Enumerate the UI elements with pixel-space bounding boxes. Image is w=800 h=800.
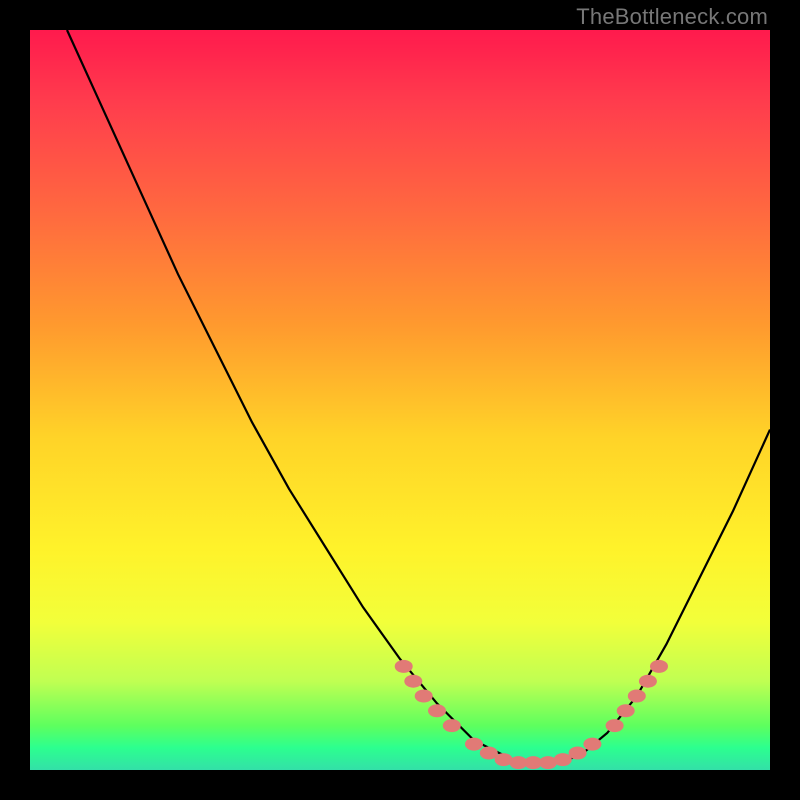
curve-marker — [428, 704, 446, 717]
plot-area — [30, 30, 770, 770]
curve-marker — [650, 660, 668, 673]
bottleneck-curve — [67, 30, 770, 763]
curve-marker — [583, 738, 601, 751]
curve-marker — [415, 690, 433, 703]
watermark-text: TheBottleneck.com — [576, 4, 768, 30]
curve-markers — [395, 660, 668, 769]
curve-marker — [465, 738, 483, 751]
curve-marker — [617, 704, 635, 717]
curve-marker — [569, 747, 587, 760]
curve-marker — [639, 675, 657, 688]
chart-frame: TheBottleneck.com — [0, 0, 800, 800]
curve-marker — [404, 675, 422, 688]
curve-layer — [30, 30, 770, 770]
curve-marker — [606, 719, 624, 732]
curve-marker — [395, 660, 413, 673]
curve-marker — [628, 690, 646, 703]
curve-marker — [443, 719, 461, 732]
